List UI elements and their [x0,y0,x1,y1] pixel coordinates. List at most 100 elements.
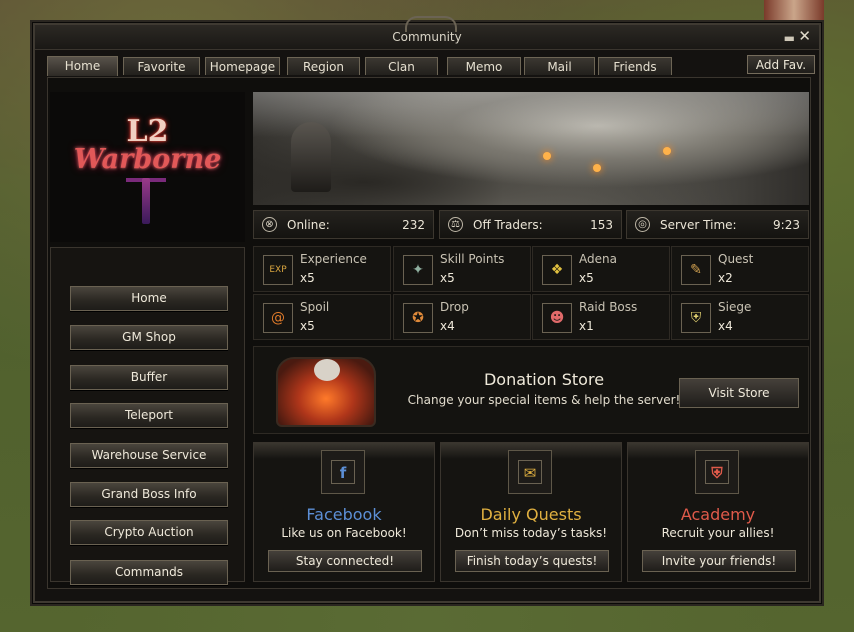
rate-multiplier: x4 [440,319,455,333]
rate-multiplier: x5 [300,271,315,285]
rate-name: Quest [718,252,754,266]
rate-multiplier: x1 [579,319,594,333]
rate-multiplier: x2 [718,271,733,285]
card-title: Facebook [306,505,382,524]
server-logo: L2 Warborne [50,92,245,242]
menu-gm-shop-button[interactable]: GM Shop [70,325,228,350]
stat-value: 153 [590,218,613,232]
tab-mail[interactable]: Mail [524,57,595,75]
card-icon-frame: ⛨ [695,450,739,494]
rate-multiplier: x5 [300,319,315,333]
off-traders-stat: ⚖ Off Traders: 153 [439,210,622,239]
rate-name: Skill Points [440,252,505,266]
donation-subtitle: Change your special items & help the ser… [407,393,681,407]
rate-multiplier: x5 [579,271,594,285]
card-icon-frame: f [321,450,365,494]
tab-home[interactable]: Home [47,56,118,76]
academy-card: ⛨ Academy Recruit your allies! Invite yo… [627,442,809,582]
rate-name: Drop [440,300,469,314]
stat-value: 9:23 [773,218,800,232]
menu-teleport-button[interactable]: Teleport [70,403,228,428]
background-building [764,0,824,22]
exp-icon: EXP [263,255,293,285]
community-window: Community ▬ ✕ Home Favorite Homepage Reg… [33,16,821,603]
rate-name: Experience [300,252,367,266]
rate-multiplier: x4 [718,319,733,333]
finish-quests-button[interactable]: Finish today’s quests! [455,550,609,572]
banner-fire-spark [593,164,601,172]
stat-label: Online: [287,218,330,232]
banner-fire-spark [543,152,551,160]
scales-icon: ⚖ [448,217,463,232]
rate-quest: ✎ Quest x2 [671,246,809,292]
tab-clan[interactable]: Clan [365,57,438,75]
menu-commands-button[interactable]: Commands [70,560,228,585]
banner-fire-spark [663,147,671,155]
chest-skull-ornament [314,359,340,381]
rate-drop: ✪ Drop x4 [393,294,531,340]
rate-multiplier: x5 [440,271,455,285]
stat-label: Server Time: [660,218,737,232]
donation-store-panel: Donation Store Change your special items… [253,346,809,434]
card-title: Academy [680,505,756,524]
visit-store-button[interactable]: Visit Store [679,378,799,408]
drop-bag-icon: ✪ [403,303,433,333]
rate-spoil: @ Spoil x5 [253,294,391,340]
tab-friends[interactable]: Friends [598,57,672,75]
card-subtitle: Recruit your allies! [661,526,775,540]
card-icon-frame: ✉ [508,450,552,494]
quest-scroll-icon: ✎ [681,255,711,285]
stat-value: 232 [402,218,425,232]
menu-crypto-auction-button[interactable]: Crypto Auction [70,520,228,545]
adena-icon: ❖ [542,255,572,285]
banner-knight-figure [291,122,331,192]
stat-label: Off Traders: [473,218,543,232]
menu-buffer-button[interactable]: Buffer [70,365,228,390]
invite-friends-button[interactable]: Invite your friends! [642,550,796,572]
logo-name-text: Warborne [73,144,222,175]
hero-banner-image [253,92,809,205]
tab-favorite[interactable]: Favorite [123,57,200,75]
card-title: Daily Quests [480,505,582,524]
siege-shield-icon: ⛨ [681,303,711,333]
clock-icon: ◎ [635,217,650,232]
navigation-menu: Home GM Shop Buffer Teleport Warehouse S… [50,247,245,585]
tab-memo[interactable]: Memo [447,57,521,75]
minimize-icon[interactable]: ▬ [784,31,795,45]
add-favorite-button[interactable]: Add Fav. [747,55,815,74]
rate-name: Spoil [300,300,330,314]
rate-name: Siege [718,300,752,314]
server-time-stat: ◎ Server Time: 9:23 [626,210,809,239]
rate-adena: ❖ Adena x5 [532,246,670,292]
window-title: Community [392,30,462,44]
rate-raid-boss: ☻ Raid Boss x1 [532,294,670,340]
rate-name: Raid Boss [579,300,638,314]
rate-skill-points: ✦ Skill Points x5 [393,246,531,292]
card-subtitle: Don’t miss today’s tasks! [454,526,608,540]
stay-connected-button[interactable]: Stay connected! [268,550,422,572]
logo-sword-icon [142,178,150,224]
daily-quests-card: ✉ Daily Quests Don’t miss today’s tasks!… [440,442,622,582]
scroll-icon: ✉ [518,460,542,484]
menu-home-button[interactable]: Home [70,286,228,311]
tab-region[interactable]: Region [287,57,360,75]
rate-experience: EXP Experience x5 [253,246,391,292]
donation-title: Donation Store [483,370,605,389]
raid-boss-icon: ☻ [542,303,572,333]
rate-siege: ⛨ Siege x4 [671,294,809,340]
skill-points-icon: ✦ [403,255,433,285]
tab-homepage[interactable]: Homepage [205,57,280,75]
card-subtitle: Like us on Facebook! [281,526,407,540]
close-icon[interactable]: ✕ [798,27,811,45]
window-titlebar[interactable]: Community ▬ ✕ [35,16,819,50]
rate-name: Adena [579,252,617,266]
facebook-card: f Facebook Like us on Facebook! Stay con… [253,442,435,582]
treasure-chest-icon [276,357,376,427]
menu-grand-boss-button[interactable]: Grand Boss Info [70,482,228,507]
shield-crest-icon: ⛨ [705,460,729,484]
globe-icon: ⊗ [262,217,277,232]
menu-warehouse-button[interactable]: Warehouse Service [70,443,228,468]
online-stat: ⊗ Online: 232 [253,210,434,239]
spoil-icon: @ [263,303,293,333]
facebook-icon: f [331,460,355,484]
